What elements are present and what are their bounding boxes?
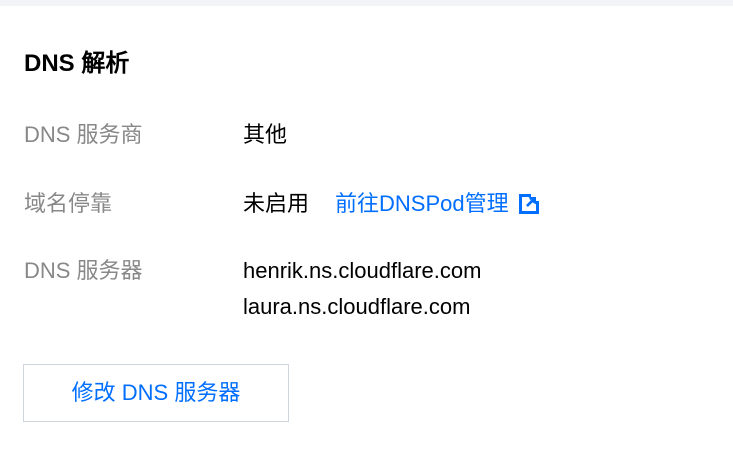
domain-parking-value: 未启用 — [243, 191, 310, 216]
dnspod-manage-link-label: 前往DNSPod管理 — [335, 191, 509, 216]
dnspod-manage-link[interactable]: 前往DNSPod管理 — [335, 189, 539, 219]
section-title: DNS 解析 — [24, 50, 130, 77]
dns-provider-value: 其他 — [243, 122, 288, 147]
dns-server-1: henrik.ns.cloudflare.com — [243, 258, 482, 283]
dns-servers-list: henrik.ns.cloudflare.com laura.ns.cloudf… — [243, 256, 481, 328]
modify-dns-servers-button[interactable]: 修改 DNS 服务器 — [23, 364, 289, 422]
external-link-icon — [518, 194, 539, 214]
domain-parking-label: 域名停靠 — [24, 191, 113, 216]
dns-provider-label: DNS 服务商 — [24, 122, 143, 147]
dns-servers-label: DNS 服务器 — [24, 258, 143, 283]
dns-server-2: laura.ns.cloudflare.com — [243, 294, 471, 319]
